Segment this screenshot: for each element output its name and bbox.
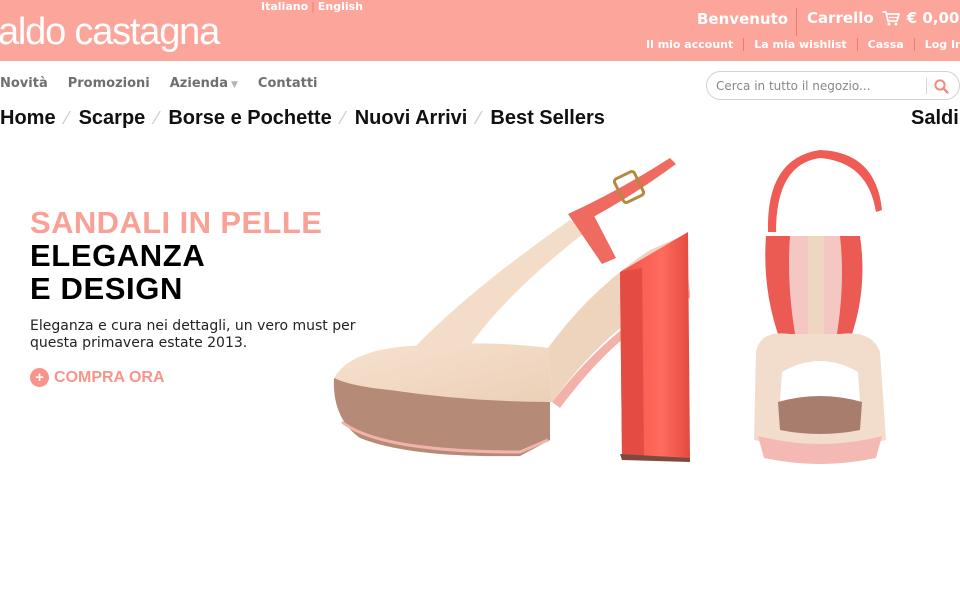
- chevron-down-icon: ▼: [230, 80, 238, 90]
- checkout-link[interactable]: Cassa: [856, 38, 914, 51]
- hero-title-line-2: ELEGANZA: [30, 238, 206, 273]
- nav-separator: ⁄: [341, 108, 345, 128]
- hero-title-line-3: E DESIGN: [30, 271, 183, 306]
- nav-item-saldi[interactable]: Saldi: [911, 107, 959, 130]
- hero-shoes-image[interactable]: [320, 140, 960, 490]
- search-box: [706, 71, 960, 100]
- subnav-item-label: Azienda: [169, 76, 228, 91]
- nav-separator: ⁄: [65, 108, 69, 128]
- subnav-item-novita[interactable]: Novità: [0, 76, 48, 91]
- plus-icon: +: [30, 368, 49, 387]
- divider: |: [311, 0, 315, 13]
- main-nav: Home ⁄ Scarpe ⁄ Borse e Pochette ⁄ Nuovi…: [0, 107, 605, 130]
- shop-now-button[interactable]: + COMPRA ORA: [30, 368, 165, 387]
- logo[interactable]: aldo castagna: [0, 8, 220, 56]
- search-input[interactable]: [716, 77, 921, 94]
- subnav-item-promozioni[interactable]: Promozioni: [68, 76, 150, 91]
- shop-now-label: COMPRA ORA: [54, 368, 165, 386]
- welcome-text: Benvenuto: [697, 10, 789, 28]
- cart-total: € 0,00: [906, 9, 960, 27]
- cart-icon: [881, 11, 900, 26]
- hero-title-line-1: SANDALI IN PELLE: [30, 205, 323, 240]
- top-bar: aldo castagna Italiano | English Benvenuto…: [0, 0, 960, 61]
- subnav-item-contatti[interactable]: Contatti: [258, 76, 318, 91]
- nav-item-borse[interactable]: Borse e Pochette: [168, 107, 331, 130]
- secondary-nav: Novità Promozioni Azienda ▼ Contatti: [0, 76, 338, 91]
- sandal-side-view: [333, 158, 690, 462]
- language-italiano[interactable]: Italiano: [261, 0, 308, 13]
- my-account-link[interactable]: Il mio account: [646, 38, 743, 51]
- language-switcher: Italiano | English: [261, 0, 363, 13]
- nav-item-nuovi-arrivi[interactable]: Nuovi Arrivi: [355, 107, 468, 130]
- divider: [796, 8, 797, 36]
- language-english[interactable]: English: [318, 0, 363, 13]
- cart-link[interactable]: Carrello € 0,00: [807, 9, 959, 27]
- nav-item-best-sellers[interactable]: Best Sellers: [490, 107, 605, 130]
- cart-label: Carrello: [807, 9, 874, 27]
- wishlist-link[interactable]: La mia wishlist: [743, 38, 856, 51]
- account-links: Il mio account La mia wishlist Cassa Log…: [646, 38, 960, 51]
- subnav-item-azienda[interactable]: Azienda ▼: [170, 76, 238, 91]
- login-link[interactable]: Log In: [913, 38, 960, 51]
- nav-item-home[interactable]: Home: [0, 107, 56, 130]
- nav-separator: ⁄: [155, 108, 159, 128]
- nav-separator: ⁄: [477, 108, 481, 128]
- search-icon[interactable]: [932, 77, 952, 95]
- nav-item-scarpe[interactable]: Scarpe: [79, 107, 146, 130]
- sandal-front-view: [754, 150, 886, 464]
- divider: [926, 78, 927, 94]
- hero-description: Eleganza e cura nei dettagli, un vero mu…: [30, 318, 356, 351]
